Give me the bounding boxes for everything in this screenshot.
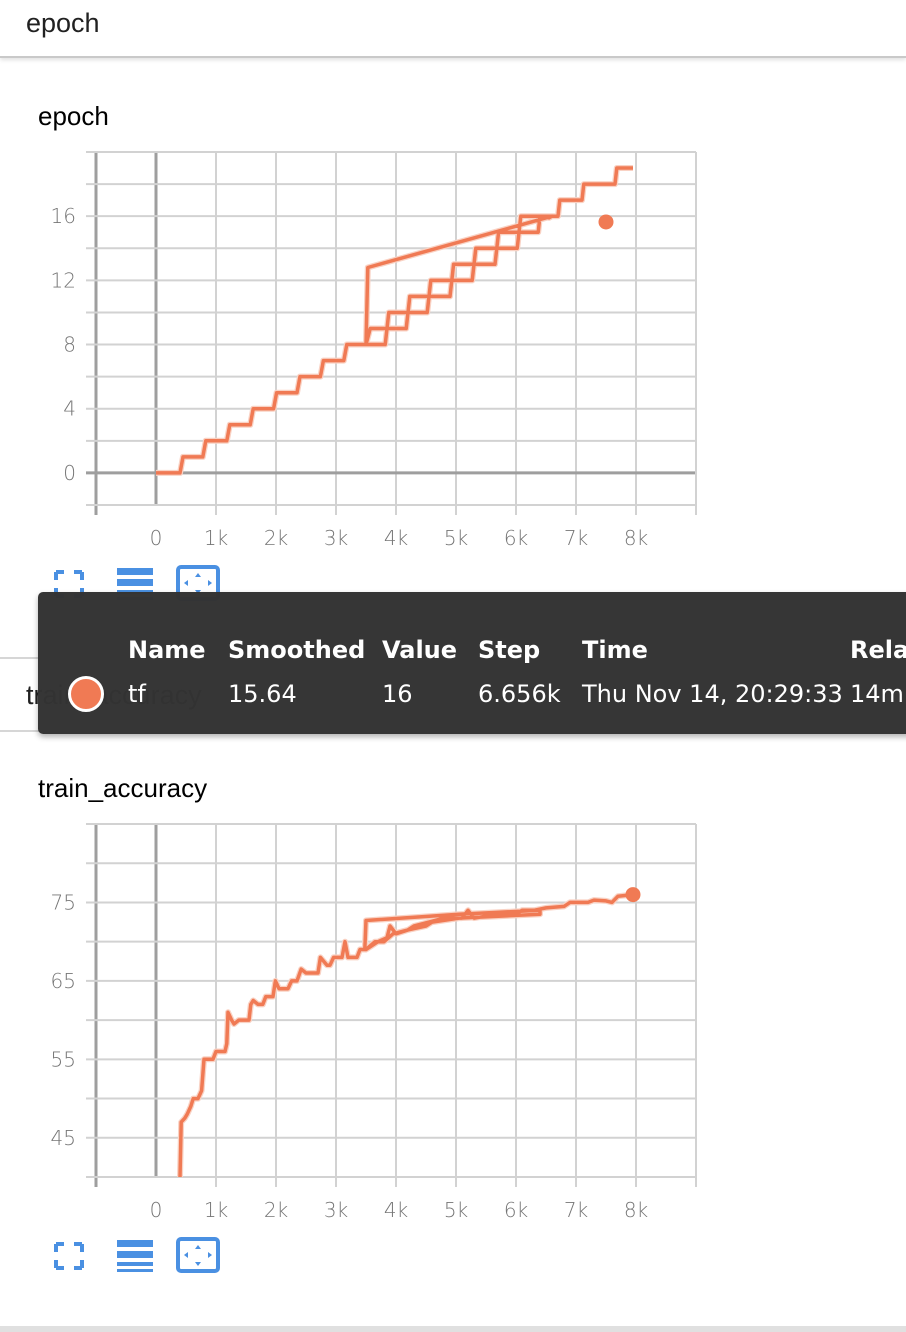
y-tick-label: 12 [51,268,76,292]
x-tick-label: 5k [444,526,468,550]
y-tick-label: 55 [51,1047,76,1071]
tooltip-header-time: Time [582,636,648,664]
divider [0,1326,906,1332]
chart-title-train-accuracy: train_accuracy [38,773,208,803]
x-tick-label: 3k [324,526,348,550]
x-tick-label: 0 [150,1198,163,1222]
x-tick-label: 1k [204,1198,228,1222]
y-tick-label: 45 [51,1126,76,1150]
x-tick-label: 8k [624,1198,648,1222]
tooltip-smoothed: 15.64 [228,680,297,708]
x-tick-label: 6k [504,1198,528,1222]
grid [86,823,697,1187]
tooltip-header-step: Step [478,636,541,664]
hover-point-marker [625,887,641,903]
tooltip-name: tf [128,680,146,708]
x-tick-label: 6k [504,526,528,550]
x-tick-label: 3k [324,1198,348,1222]
tooltip-header-smoothed: Smoothed [228,636,366,664]
x-tick-label: 4k [384,526,408,550]
y-tick-label: 8 [63,333,76,357]
x-tick-label: 2k [264,1198,288,1222]
x-tick-label: 5k [444,1198,468,1222]
y-tick-label: 0 [63,461,76,485]
tooltip-header-relative: Rela [850,636,906,664]
x-tick-label: 7k [564,526,588,550]
tooltip-step: 6.656k [478,680,561,708]
toggle-log-scale-button[interactable] [114,1236,158,1276]
hover-point-marker [598,214,614,230]
tooltip-header-name: Name [128,636,206,664]
x-tick-label: 0 [150,526,163,550]
series-line-raw [177,891,634,1178]
series-line-tf [178,892,634,1178]
y-tick-label: 4 [63,397,76,421]
fullscreen-button[interactable] [50,1236,94,1276]
grid [86,151,697,515]
list-icon [117,1240,153,1272]
train-accuracy-chart[interactable]: 0 1k 2k 3k 4k 5k 6k 7k 8k 45 55 65 75 [0,812,906,1232]
x-tick-label: 2k [264,526,288,550]
x-tick-label: 4k [384,1198,408,1222]
series-line-raw [156,165,633,476]
fit-domain-icon [176,1237,220,1273]
tooltip-header-value: Value [382,636,458,664]
tooltip-time: Thu Nov 14, 20:29:33 [582,680,843,708]
y-tick-label: 75 [51,890,76,914]
epoch-chart[interactable]: 0 1k 2k 3k 4k 5k 6k 7k 8k 0 4 8 12 16 [0,140,906,560]
tooltip-value: 16 [382,680,413,708]
x-tick-label: 7k [564,1198,588,1222]
chart-title-epoch: epoch [38,101,109,131]
series-color-dot [68,676,104,712]
y-tick-label: 65 [51,969,76,993]
section-header-epoch[interactable]: epoch [0,0,906,58]
y-tick-label: 16 [51,204,76,228]
section-header-label: epoch [26,8,100,38]
chart-tooltip: Name Smoothed Value Step Time Rela tf 15… [38,592,906,734]
fullscreen-icon [54,1242,84,1270]
chart-toolbar-train-accuracy [50,1236,230,1276]
fit-domain-button[interactable] [176,1236,220,1276]
x-tick-label: 8k [624,526,648,550]
x-tick-label: 1k [204,526,228,550]
tooltip-relative: 14m [850,680,904,708]
